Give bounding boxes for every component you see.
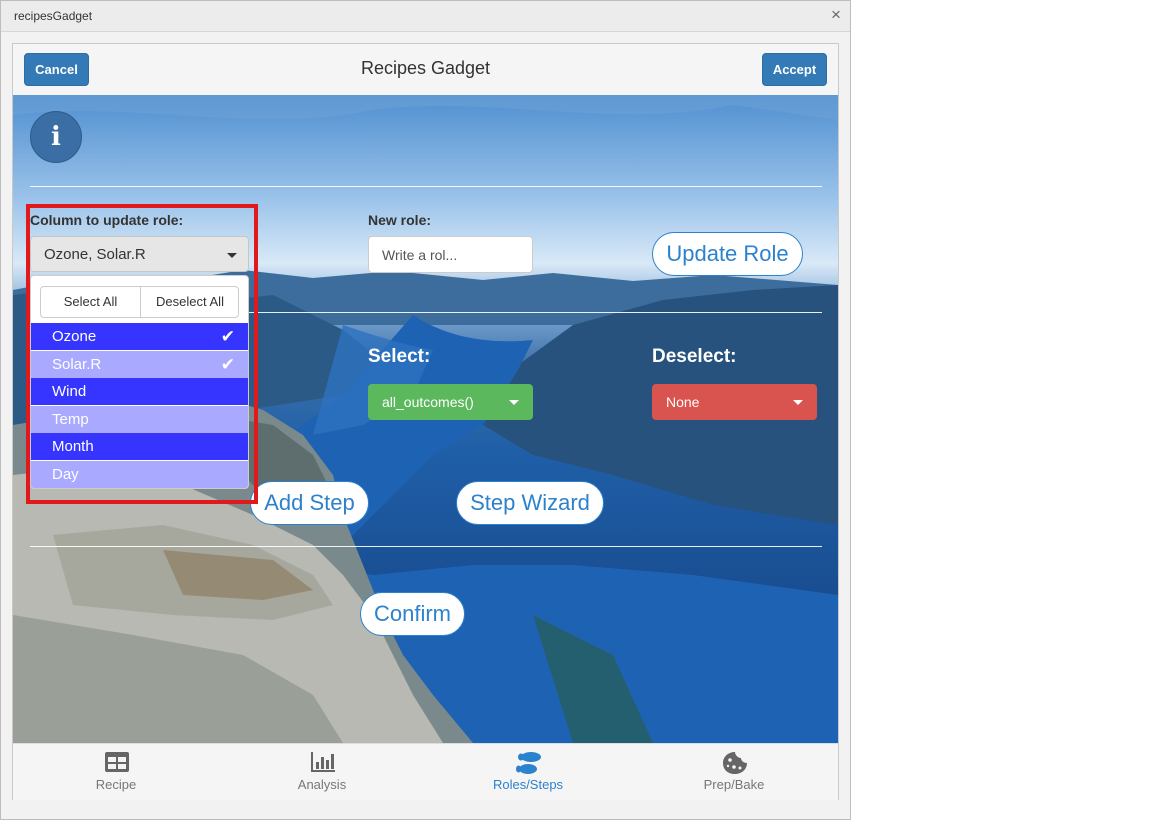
divider xyxy=(30,546,822,547)
add-step-button[interactable]: Add Step xyxy=(250,481,369,525)
nav-label: Recipe xyxy=(95,777,137,792)
highlight-box xyxy=(26,204,258,504)
nav-item-roles-steps[interactable]: Roles/Steps xyxy=(425,744,631,800)
cookie-icon xyxy=(723,752,747,774)
update-role-button[interactable]: Update Role xyxy=(652,232,803,276)
deselect-dropdown[interactable]: None xyxy=(652,384,817,420)
info-icon: i xyxy=(51,122,61,152)
divider xyxy=(30,186,822,187)
deselect-label: Deselect: xyxy=(652,346,737,367)
step-wizard-button[interactable]: Step Wizard xyxy=(456,481,604,525)
select-label: Select: xyxy=(368,346,431,367)
select-value: all_outcomes() xyxy=(382,394,474,410)
new-role-input[interactable] xyxy=(368,236,533,273)
bar-chart-icon xyxy=(311,752,335,772)
new-role-label: New role: xyxy=(368,212,432,228)
nav-label: Prep/Bake xyxy=(703,777,765,792)
nav-label: Roles/Steps xyxy=(492,777,564,792)
nav-label: Analysis xyxy=(297,777,347,792)
gadget-title: Recipes Gadget xyxy=(360,58,491,78)
accept-button[interactable]: Accept xyxy=(762,53,827,86)
caret-down-icon xyxy=(509,400,519,405)
select-dropdown[interactable]: all_outcomes() xyxy=(368,384,533,420)
caret-down-icon xyxy=(793,400,803,405)
info-button[interactable]: i xyxy=(30,111,82,163)
close-icon[interactable]: × xyxy=(826,4,846,26)
background-scene: i Column to update role: Ozone, Solar.R … xyxy=(13,95,838,743)
confirm-button[interactable]: Confirm xyxy=(360,592,465,636)
deselect-value: None xyxy=(666,394,700,410)
gadget-header: Cancel Recipes Gadget Accept xyxy=(13,44,838,95)
nav-item-recipe[interactable]: Recipe xyxy=(13,744,219,800)
recipes-gadget: Cancel Recipes Gadget Accept i Column to… xyxy=(12,43,839,800)
footsteps-icon xyxy=(516,752,541,774)
bottom-nav: Recipe Analysis Roles/Steps Prep/Bake xyxy=(13,743,838,800)
nav-item-prep-bake[interactable]: Prep/Bake xyxy=(631,744,837,800)
window-title: recipesGadget xyxy=(14,9,93,23)
nav-item-analysis[interactable]: Analysis xyxy=(219,744,425,800)
app-window: recipesGadget × Cancel Recipes Gadget Ac… xyxy=(0,0,851,820)
table-icon xyxy=(105,752,129,772)
window-titlebar: recipesGadget × xyxy=(1,1,850,32)
